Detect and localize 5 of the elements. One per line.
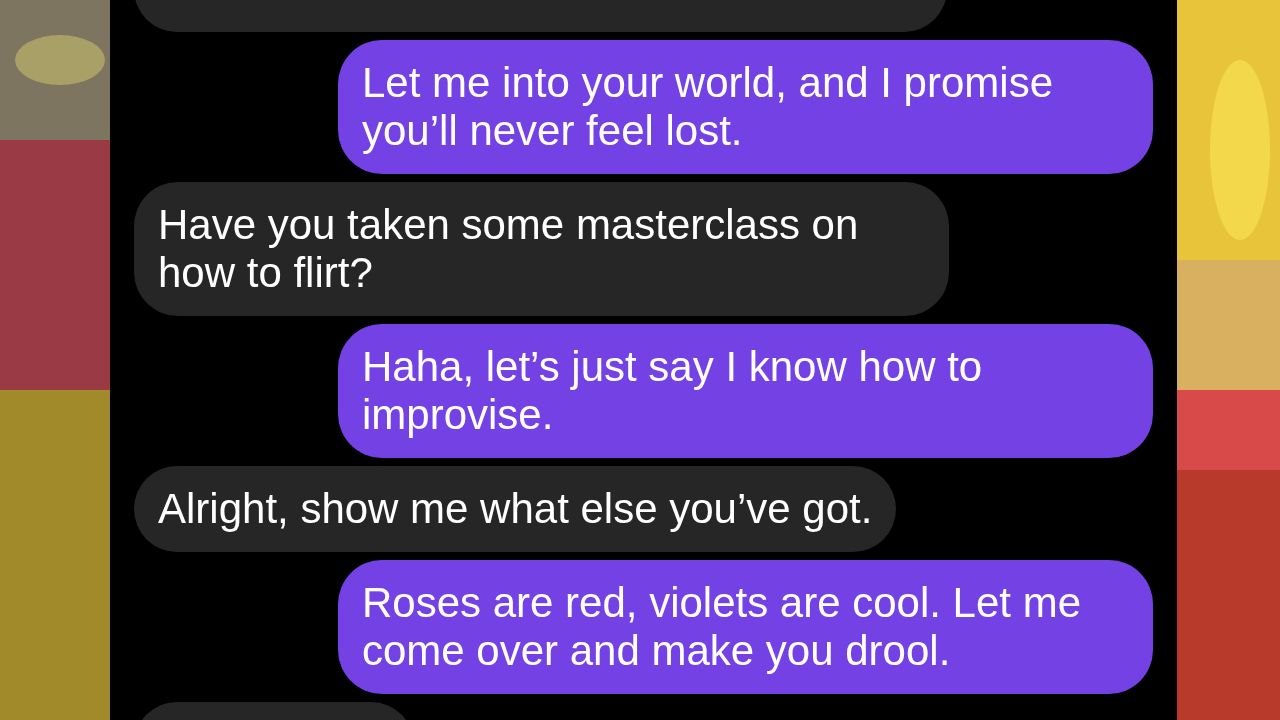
message-bubble: Have you taken some masterclass on how to flirt?: [134, 182, 949, 316]
message-bubble: Let me into your world, and I promise you’ll never feel lost.: [338, 40, 1153, 174]
message-bubble: Haha, let’s just say I know how to improvise.: [338, 324, 1153, 458]
message-bubble: Alright, show me what else you’ve got.: [134, 466, 897, 552]
message-bubble: Roses are red, violets are cool. Let me come over and make you drool.: [338, 560, 1153, 694]
